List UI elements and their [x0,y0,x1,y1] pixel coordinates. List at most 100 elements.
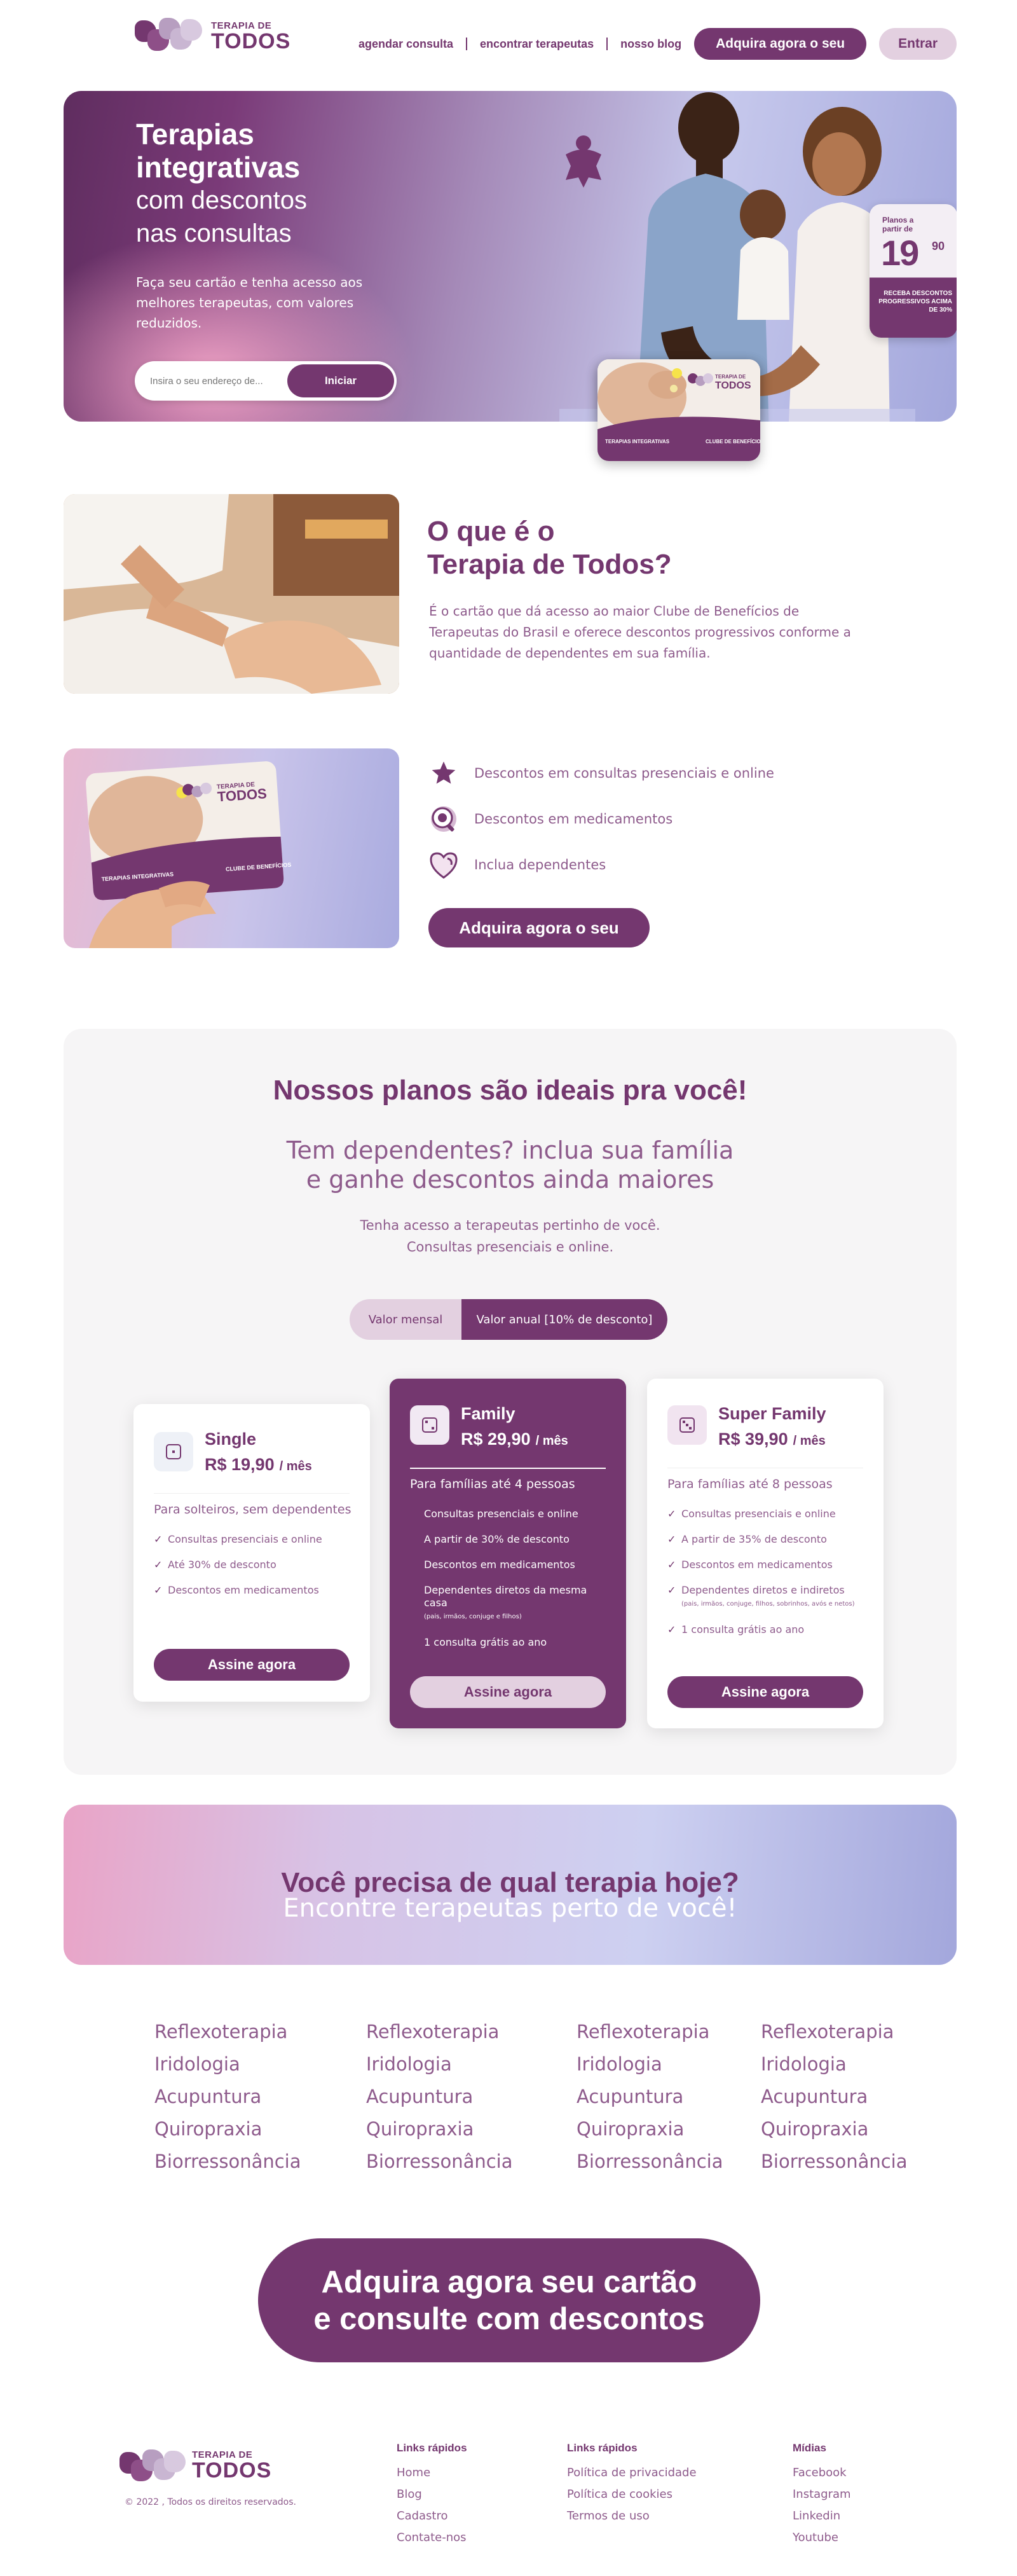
heart-icon [427,848,460,881]
therapy-link[interactable]: Reflexoterapia [366,2016,577,2048]
medicine-icon [427,802,460,836]
check-icon: ✓ [154,1559,163,1571]
footer-column-title: Links rápidos [567,2442,638,2454]
about-title: O que é o Terapia de Todos? [427,515,672,581]
footer-link-linkedin[interactable]: Linkedin [793,2505,851,2527]
card-logo-text: TODOS [715,380,751,391]
address-input[interactable] [150,375,283,387]
subscribe-super-family-button[interactable]: Assine agora [667,1676,863,1708]
plan-price: R$ 19,90 / mês [205,1455,312,1475]
therapy-link[interactable]: Iridologia [577,2048,761,2081]
main-nav: agendar consulta encontrar terapeutas no… [358,28,957,60]
nav-link-agendar[interactable]: agendar consulta [358,38,453,51]
check-icon: ✓ [667,1584,676,1596]
footer-logo[interactable]: TERAPIA DE TODOS [119,2443,271,2488]
therapy-column: Reflexoterapia Iridologia Acupuntura Qui… [366,2016,577,2178]
feature-note: (pais, irmãos, conjuge e filhos) [424,1613,522,1620]
badge-label: Planos a partir de [882,216,914,233]
therapy-link[interactable]: Biorressonância [154,2146,366,2178]
nav-link-blog[interactable]: nosso blog [620,38,681,51]
footer-link-cadastro[interactable]: Cadastro [397,2505,467,2527]
card-label: CLUBE DE BENEFÍCIOS [706,439,760,444]
plan-price-value: R$ 19,90 [205,1455,275,1474]
footer-link-youtube[interactable]: Youtube [793,2527,851,2549]
plan-feature: ✓A partir de 30% de desconto [424,1533,570,1545]
plan-period: / mês [535,1434,568,1448]
plan-icon [410,1405,449,1445]
check-icon: ✓ [667,1508,676,1520]
plan-period: / mês [793,1434,826,1448]
footer-link-facebook[interactable]: Facebook [793,2462,851,2484]
plan-feature: ✓Descontos em medicamentos [154,1584,319,1596]
badge-price: 19 [881,233,919,273]
plan-features: ✓Consultas presenciais e online ✓A parti… [667,1508,871,1649]
footer-link-contato[interactable]: Contate-nos [397,2527,467,2549]
plan-card-family: Family R$ 29,90 / mês Para famílias até 4… [390,1379,626,1728]
plans-title: Nossos planos são ideais pra você! [273,1075,747,1106]
logo-icon [135,14,205,59]
logo-big-text: TODOS [192,2458,272,2483]
plan-name: Super Family [718,1404,826,1423]
logo-figure-icon [566,135,601,188]
search-start-button[interactable]: Iniciar [287,364,394,397]
therapy-link[interactable]: Iridologia [366,2048,577,2081]
hero-title-line: integrativas [136,151,301,184]
footer-column-title: Mídias [793,2442,826,2454]
therapy-link[interactable]: Reflexoterapia [154,2016,366,2048]
feature-note: (pais, irmãos, conjuge, filhos, sobrinho… [681,1601,855,1608]
footer-link-home[interactable]: Home [397,2462,467,2484]
therapy-link[interactable]: Quiropraxia [761,2113,917,2146]
subscribe-family-button[interactable]: Assine agora [410,1676,606,1708]
therapy-link[interactable]: Acupuntura [761,2081,917,2113]
therapy-link[interactable]: Biorressonância [761,2146,917,2178]
check-icon: ✓ [154,1584,163,1596]
plan-period: / mês [279,1459,312,1473]
benefits-cta-button[interactable]: Adquira agora o seu [428,908,650,947]
plan-price-value: R$ 39,90 [718,1429,788,1449]
therapy-link[interactable]: Acupuntura [366,2081,577,2113]
therapy-link[interactable]: Biorressonância [577,2146,761,2178]
therapy-column: Reflexoterapia Iridologia Acupuntura Qui… [761,2016,917,2178]
plan-description: Para famílias até 8 pessoas [667,1477,833,1491]
big-cta-button[interactable]: Adquira agora seu cartão e consulte com … [258,2238,760,2362]
toggle-monthly[interactable]: Valor mensal [350,1299,461,1340]
card-in-hand-photo: TERAPIA DE TODOS TERAPIAS INTEGRATIVAS C… [64,748,399,948]
footer-link-instagram[interactable]: Instagram [793,2484,851,2505]
footer-quick-links: Links rápidos Home Blog Cadastro Contate… [397,2442,467,2549]
therapy-link[interactable]: Quiropraxia [154,2113,366,2146]
therapy-link[interactable]: Acupuntura [577,2081,761,2113]
plan-description: Para famílias até 4 pessoas [410,1477,575,1491]
plan-card-single: Single R$ 19,90 / mês Para solteiros, sem… [133,1404,370,1702]
therapy-link[interactable]: Iridologia [761,2048,917,2081]
plan-feature: ✓ Dependentes diretos e indiretos (pais, i… [667,1584,871,1611]
plan-feature: ✓1 consulta grátis ao ano [667,1623,805,1636]
benefit-label: Descontos em medicamentos [474,811,673,827]
plans-section: Nossos planos são ideais pra você! Tem d… [64,1029,957,1775]
footer-link-blog[interactable]: Blog [397,2484,467,2505]
therapy-link[interactable]: Acupuntura [154,2081,366,2113]
therapy-link[interactable]: Biorressonância [366,2146,577,2178]
price-badge: Planos a partir de 19 90 RECEBA DESCONTO… [870,204,957,338]
star-icon [427,757,460,790]
header-cta-button[interactable]: Adquira agora o seu [694,28,867,60]
therapy-link[interactable]: Reflexoterapia [761,2016,917,2048]
therapy-link[interactable]: Quiropraxia [577,2113,761,2146]
subscribe-single-button[interactable]: Assine agora [154,1649,350,1681]
card-label: TERAPIAS INTEGRATIVAS [605,439,670,444]
benefit-label: Descontos em consultas presenciais e onl… [474,766,774,781]
footer-link-terms[interactable]: Termos de uso [567,2505,697,2527]
therapy-link[interactable]: Iridologia [154,2048,366,2081]
therapy-column: Reflexoterapia Iridologia Acupuntura Qui… [577,2016,761,2178]
check-icon: ✓ [154,1533,163,1545]
footer-link-cookies[interactable]: Política de cookies [567,2484,697,2505]
benefit-label: Inclua dependentes [474,857,606,872]
logo[interactable]: TERAPIA DE TODOS [135,14,290,59]
login-button[interactable]: Entrar [879,28,957,60]
benefit-item: Descontos em medicamentos [427,796,774,842]
footer-link-privacy[interactable]: Política de privacidade [567,2462,697,2484]
toggle-annual[interactable]: Valor anual [10% de desconto] [461,1299,667,1340]
billing-toggle: Valor mensal Valor anual [10% de descont… [350,1299,667,1340]
nav-link-encontrar[interactable]: encontrar terapeutas [480,38,594,51]
therapy-link[interactable]: Quiropraxia [366,2113,577,2146]
therapy-link[interactable]: Reflexoterapia [577,2016,761,2048]
